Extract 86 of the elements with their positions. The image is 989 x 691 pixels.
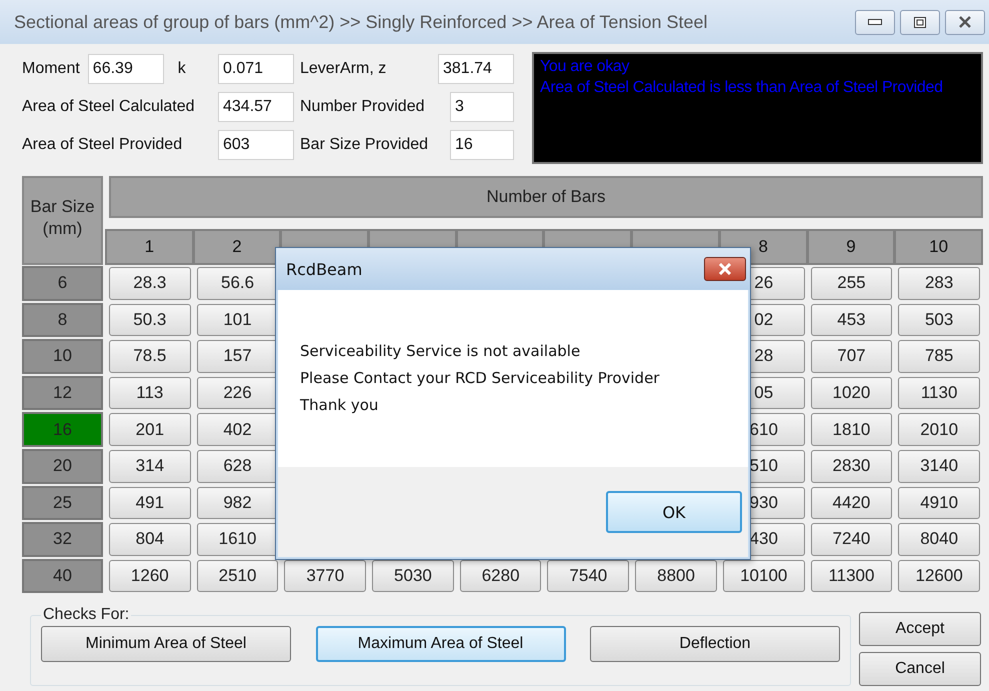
row-header: 20 [22, 448, 103, 484]
value-button[interactable]: 707 [810, 340, 892, 373]
minimize-icon [868, 19, 882, 25]
value-button[interactable]: 3140 [898, 450, 980, 483]
value-button[interactable]: 28.3 [109, 267, 191, 300]
value-button[interactable]: 4420 [810, 486, 892, 520]
ok-button[interactable]: OK [606, 491, 742, 533]
field-label: Bar Size Provided [300, 136, 430, 154]
value-button[interactable]: 11300 [810, 560, 892, 592]
header-text: Bar Size [30, 196, 95, 218]
field-label: k [178, 60, 186, 78]
row-header: 40 [22, 558, 103, 594]
check-button[interactable]: Maximum Area of Steel [316, 626, 566, 662]
value-button[interactable]: 8800 [635, 560, 717, 592]
row-header: 12 [22, 376, 103, 410]
value-button[interactable]: 1260 [109, 560, 191, 592]
action-button[interactable]: Cancel [859, 652, 981, 686]
check-button[interactable]: Minimum Area of Steel [41, 626, 291, 662]
value-button[interactable]: 7240 [810, 523, 892, 556]
value-button[interactable]: 7540 [547, 560, 630, 592]
message-text: Area of Steel Calculated is less than Area of Steel Provided [540, 78, 944, 98]
value-button[interactable]: 2510 [196, 560, 278, 592]
value-button[interactable]: 50.3 [109, 304, 191, 336]
value-button[interactable]: 12600 [898, 560, 980, 592]
value-button[interactable]: 453 [810, 304, 892, 336]
column-group-header: Number of Bars [109, 176, 983, 218]
input-field[interactable]: 66.39 [88, 54, 164, 84]
input-field[interactable]: 434.57 [218, 92, 294, 122]
maximize-icon [914, 16, 926, 28]
value-button[interactable]: 1810 [810, 413, 892, 446]
header-text: (mm) [42, 218, 82, 240]
row-header: 8 [22, 302, 103, 338]
field-label: Area of Steel Calculated [22, 98, 196, 116]
value-button[interactable]: 2010 [898, 413, 980, 446]
check-button[interactable]: Deflection [590, 626, 840, 662]
column-header: 1 [105, 229, 194, 265]
value-button[interactable]: 78.5 [109, 340, 191, 373]
value-button[interactable]: 1020 [810, 376, 892, 410]
row-header: 16 [22, 412, 103, 447]
input-field[interactable]: 0.071 [218, 54, 294, 84]
field-label: Number Provided [300, 98, 426, 116]
column-header: 10 [894, 229, 983, 265]
value-button[interactable]: 785 [898, 340, 980, 373]
input-field[interactable]: 16 [450, 130, 514, 160]
value-button[interactable]: 4910 [898, 486, 980, 520]
input-field[interactable]: 3 [450, 92, 514, 122]
message-text: You are okay [540, 57, 630, 77]
column-header: 2 [192, 229, 282, 265]
value-button[interactable]: 314 [109, 450, 191, 483]
close-button[interactable] [945, 10, 985, 34]
close-icon [958, 16, 972, 28]
input-field[interactable]: 381.74 [438, 54, 514, 84]
maximize-button[interactable] [900, 10, 940, 34]
value-button[interactable]: 10100 [722, 560, 805, 592]
value-button[interactable]: 3770 [284, 560, 366, 592]
value-button[interactable]: 6280 [460, 560, 542, 592]
value-button[interactable]: 491 [109, 486, 191, 520]
value-button[interactable]: 503 [898, 304, 980, 336]
dialog-message: Thank you [300, 395, 380, 416]
row-header: 25 [22, 486, 103, 520]
value-button[interactable]: 113 [109, 376, 191, 410]
field-label: Moment [22, 60, 80, 78]
group-label: Checks For: [42, 606, 130, 624]
dialog-message: Serviceability Service is not available [300, 341, 582, 362]
value-button[interactable]: 283 [898, 267, 980, 300]
minimize-button[interactable] [855, 10, 895, 34]
action-button[interactable]: Accept [859, 612, 981, 646]
field-label: Area of Steel Provided [22, 136, 184, 154]
value-button[interactable]: 8040 [898, 523, 980, 556]
field-label: LeverArm, z [300, 60, 388, 78]
value-button[interactable]: 804 [109, 523, 191, 556]
close-icon [717, 263, 733, 275]
window-title: Sectional areas of group of bars (mm^2) >> Singly Reinforced >> Area of Tension Steel [14, 12, 708, 32]
dialog-message: Please Contact your RCD Serviceability Provider [300, 368, 660, 389]
value-button[interactable]: 1130 [898, 376, 980, 410]
row-header: 32 [22, 522, 103, 557]
dialog-title: RcdBeam [286, 260, 362, 278]
value-button[interactable]: 255 [810, 267, 892, 300]
value-button[interactable]: 201 [109, 413, 191, 446]
value-button[interactable]: 5030 [372, 560, 454, 592]
value-button[interactable]: 2830 [810, 450, 892, 483]
row-header: 6 [22, 266, 103, 301]
input-field[interactable]: 603 [218, 130, 294, 160]
column-header: 9 [806, 229, 896, 265]
row-header: 10 [22, 339, 103, 374]
close-button[interactable] [704, 257, 746, 281]
